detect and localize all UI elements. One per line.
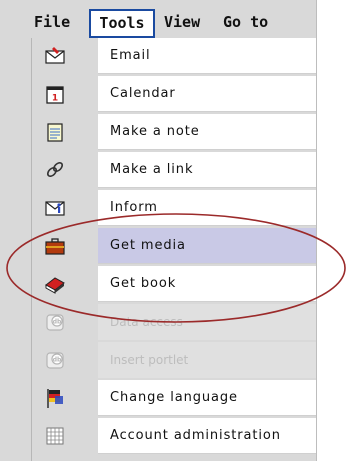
note-icon (32, 114, 98, 150)
calendar-day: 1 (52, 94, 58, 104)
menu-item-account-administration[interactable]: Account administration (32, 418, 316, 454)
menu-item-label: Insert portlet (98, 342, 316, 378)
flags-icon (32, 380, 98, 416)
menu-item-calendar[interactable]: 1 Calendar (32, 76, 316, 112)
menu-item-label: Account administration (98, 418, 316, 454)
inform-icon (32, 190, 98, 226)
menu-tools[interactable]: Tools (89, 9, 155, 38)
menu-item-label: Email (98, 38, 316, 74)
link-icon (32, 152, 98, 188)
menu-item-label: Change language (98, 380, 316, 416)
menu-item-change-language[interactable]: Change language (32, 380, 316, 416)
calendar-icon: 1 (32, 76, 98, 112)
database-icon: db (32, 304, 98, 340)
menu-item-inform[interactable]: Inform (32, 190, 316, 226)
menu-item-label: Calendar (98, 76, 316, 112)
menu-item-label: Make a note (98, 114, 316, 150)
menu-view[interactable]: View (164, 10, 200, 34)
menu-item-label: Get media (98, 228, 316, 264)
menu-item-insert-portlet: db Insert portlet (32, 342, 316, 378)
menubar: File Tools View Go to (31, 6, 316, 38)
menu-item-data-access: db Data access (32, 304, 316, 340)
menu-item-email[interactable]: Email (32, 38, 316, 74)
book-icon (32, 266, 98, 302)
svg-text:db: db (53, 357, 62, 364)
menu-item-label: Get book (98, 266, 316, 302)
menu-item-label: Make a link (98, 152, 316, 188)
menu-item-make-a-note[interactable]: Make a note (32, 114, 316, 150)
database-icon: db (32, 342, 98, 378)
svg-text:db: db (53, 319, 62, 326)
menu-item-make-a-link[interactable]: Make a link (32, 152, 316, 188)
application-panel: File Tools View Go to Email 1 Calendar M… (0, 0, 317, 461)
email-icon (32, 38, 98, 74)
grid-icon (32, 418, 98, 454)
tools-dropdown-menu: Email 1 Calendar Make a note Make a link… (31, 38, 316, 461)
menu-item-label: Inform (98, 190, 316, 226)
briefcase-icon (32, 228, 98, 264)
menu-item-label: Data access (98, 304, 316, 340)
menu-file[interactable]: File (34, 10, 70, 34)
menu-item-get-media[interactable]: Get media (32, 228, 316, 264)
menu-item-get-book[interactable]: Get book (32, 266, 316, 302)
menu-go-to[interactable]: Go to (223, 10, 268, 34)
